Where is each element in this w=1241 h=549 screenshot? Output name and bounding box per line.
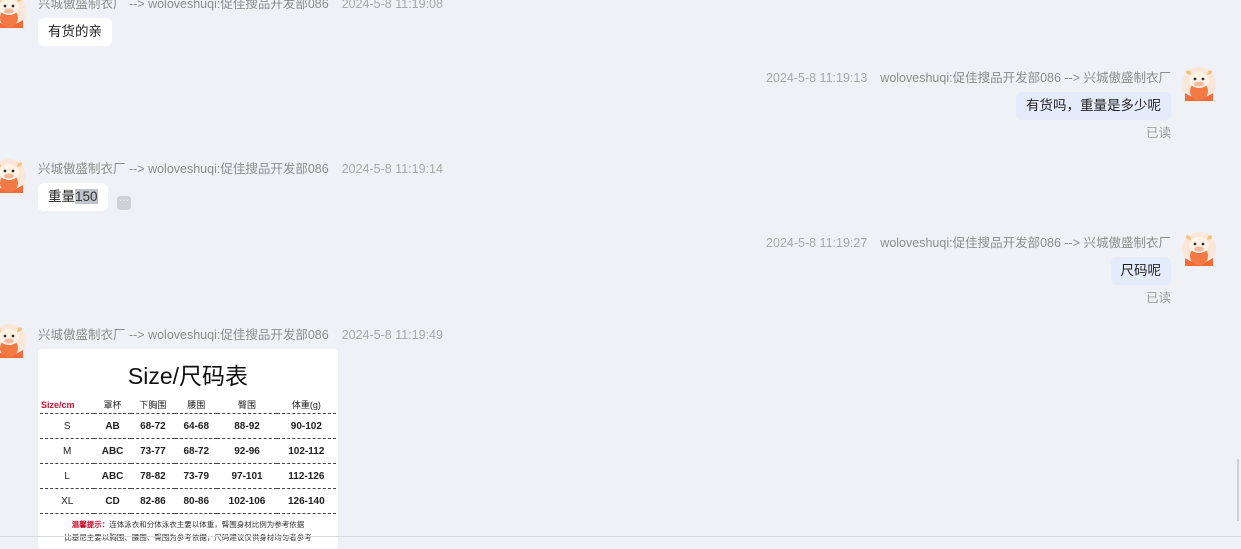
size-chart-note: 温馨提示：连体泳衣和分体泳衣主要以体重，臀围身材比例为参考依据 比基尼主要以胸围… <box>38 518 338 544</box>
message-bubble[interactable]: 尺码呢 <box>1110 257 1171 285</box>
avatar[interactable] <box>1182 67 1216 101</box>
message-meta: 兴城傲盛制衣厂 --> woloveshuqi:促佳搜品开发部086 2024-5… <box>38 324 443 343</box>
table-cell: 78-82 <box>130 463 176 489</box>
table-cell: 92-96 <box>217 438 277 464</box>
table-cell: AB <box>94 413 131 439</box>
message-meta: 兴城傲盛制衣厂 --> woloveshuqi:促佳搜品开发部086 2024-5… <box>38 0 443 12</box>
sender-label: 兴城傲盛制衣厂 --> woloveshuqi:促佳搜品开发部086 <box>38 162 329 176</box>
table-cell: ABC <box>94 438 131 464</box>
header-cell: 臀围 <box>217 396 277 414</box>
table-cell: 64-68 <box>175 413 218 439</box>
table-row: L ABC 78-82 73-79 97-101 112-126 <box>40 463 336 489</box>
table-cell: ABC <box>94 463 131 489</box>
more-options-icon[interactable]: ··· <box>117 196 131 210</box>
table-row: S AB 68-72 64-68 88-92 90-102 <box>40 413 336 439</box>
message-meta: 兴城傲盛制衣厂 --> woloveshuqi:促佳搜品开发部086 2024-5… <box>38 158 443 177</box>
note-text: 连体泳衣和分体泳衣主要以体重，臀围身材比例为参考依据 <box>109 520 305 529</box>
timestamp: 2024-5-8 11:19:14 <box>341 162 443 176</box>
avatar[interactable] <box>0 324 26 358</box>
avatar[interactable] <box>1182 232 1216 266</box>
message-text: 重量 <box>48 189 75 204</box>
avatar[interactable] <box>0 0 26 28</box>
table-cell: CD <box>94 488 131 514</box>
message-bubble[interactable]: 重量150 <box>38 183 108 211</box>
table-cell: 97-101 <box>217 463 277 489</box>
table-row: XL CD 82-86 80-86 102-106 126-140 <box>40 488 336 514</box>
message-bubble[interactable]: 有货吗，重量是多少呢 <box>1016 92 1171 120</box>
message-meta: 2024-5-8 11:19:27 woloveshuqi:促佳搜品开发部086 … <box>766 232 1171 251</box>
read-status: 已读 <box>1145 126 1171 140</box>
size-chart-image[interactable]: Size/尺码表 Size/cm 罩杯 下胸围 腰围 臀围 体重(g) S AB… <box>38 349 338 549</box>
size-table-header: Size/cm 罩杯 下胸围 腰围 臀围 体重(g) <box>40 396 336 414</box>
sender-label: woloveshuqi:促佳搜品开发部086 --> 兴城傲盛制衣厂 <box>880 236 1171 250</box>
avatar[interactable] <box>0 159 26 193</box>
note-label: 温馨提示： <box>71 520 110 529</box>
table-cell: XL <box>40 488 95 514</box>
sender-label: woloveshuqi:促佳搜品开发部086 --> 兴城傲盛制衣厂 <box>880 71 1171 85</box>
table-cell: 68-72 <box>175 438 218 464</box>
size-table: Size/cm 罩杯 下胸围 腰围 臀围 体重(g) S AB 68-72 64… <box>40 396 336 514</box>
header-cell: 腰围 <box>175 396 218 414</box>
table-cell: 90-102 <box>276 413 336 439</box>
header-cell: 下胸围 <box>130 396 176 414</box>
table-cell: 73-77 <box>130 438 176 464</box>
timestamp: 2024-5-8 11:19:27 <box>766 236 868 250</box>
message-meta: 2024-5-8 11:19:13 woloveshuqi:促佳搜品开发部086 … <box>766 67 1171 86</box>
timestamp: 2024-5-8 11:19:49 <box>341 328 443 342</box>
timestamp: 2024-5-8 11:19:08 <box>341 0 443 11</box>
sender-label: 兴城傲盛制衣厂 --> woloveshuqi:促佳搜品开发部086 <box>38 328 329 342</box>
table-cell: 126-140 <box>276 488 336 514</box>
selected-text-highlight[interactable]: 150 <box>75 189 98 204</box>
note-text: 比基尼主要以胸围、腰围、臀围为参考依据，尺码建议仅供身材均匀者参考 <box>64 533 312 542</box>
read-status: 已读 <box>1145 291 1171 305</box>
header-cell: 体重(g) <box>276 396 336 414</box>
size-chart-title: Size/尺码表 <box>127 363 249 389</box>
table-cell: 112-126 <box>276 463 336 489</box>
timestamp: 2024-5-8 11:19:13 <box>766 71 868 85</box>
table-row: M ABC 73-77 68-72 92-96 102-112 <box>40 438 336 464</box>
table-cell: S <box>40 413 95 439</box>
table-cell: 82-86 <box>130 488 176 514</box>
table-cell: M <box>40 438 95 464</box>
sender-label: 兴城傲盛制衣厂 --> woloveshuqi:促佳搜品开发部086 <box>38 0 329 11</box>
table-cell: 73-79 <box>175 463 218 489</box>
header-cell: 罩杯 <box>94 396 131 414</box>
table-cell: L <box>40 463 95 489</box>
message-bubble[interactable]: 有货的亲 <box>38 18 112 46</box>
scrollbar-thumb[interactable] <box>1237 459 1239 521</box>
table-cell: 102-112 <box>276 438 336 464</box>
table-cell: 80-86 <box>175 488 218 514</box>
divider <box>0 536 1241 537</box>
table-cell: 88-92 <box>217 413 277 439</box>
table-cell: 68-72 <box>130 413 176 439</box>
table-cell: 102-106 <box>217 488 277 514</box>
header-cell: Size/cm <box>40 396 95 414</box>
